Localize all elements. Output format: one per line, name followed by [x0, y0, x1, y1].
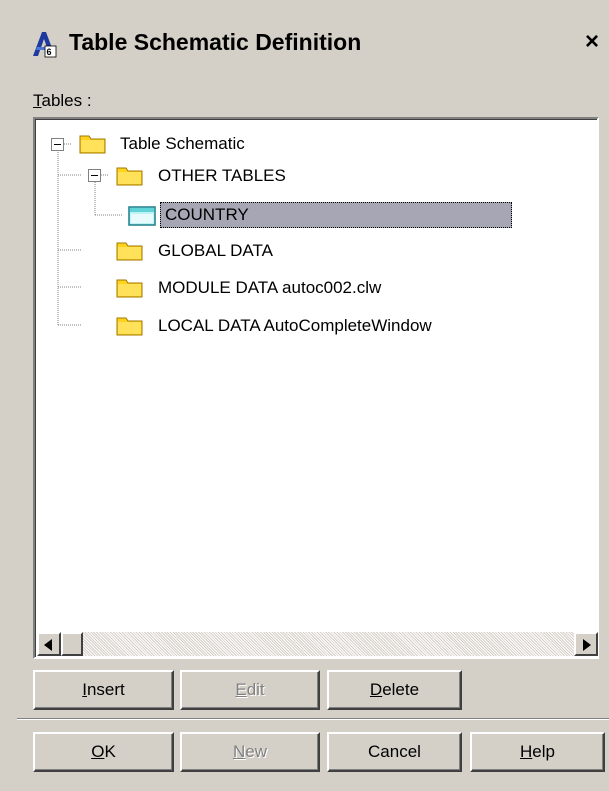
- dialog-title: Table Schematic Definition: [69, 29, 362, 55]
- scroll-right-button[interactable]: [574, 632, 598, 656]
- scroll-track[interactable]: [83, 632, 574, 656]
- other-tables-collapse-toggle[interactable]: [88, 169, 101, 182]
- root-collapse-toggle[interactable]: [51, 138, 64, 151]
- help-button[interactable]: Help: [470, 732, 605, 772]
- folder-icon: [116, 317, 143, 336]
- folder-icon: [116, 242, 143, 261]
- tree-connector-lines: [57, 143, 122, 326]
- ok-button[interactable]: OK: [33, 732, 174, 772]
- svg-text:6: 6: [47, 47, 52, 57]
- insert-button[interactable]: Insert: [33, 670, 174, 710]
- table-schematic-dialog: 6 Table Schematic Definition × Tables :: [0, 0, 609, 791]
- horizontal-scrollbar[interactable]: [37, 632, 598, 656]
- scroll-thumb[interactable]: [61, 632, 83, 656]
- tree-node-module-data[interactable]: MODULE DATA autoc002.clw: [154, 273, 385, 303]
- tree-node-local-data[interactable]: LOCAL DATA AutoCompleteWindow: [154, 311, 436, 341]
- folder-icon: [116, 167, 143, 186]
- folder-icon: [79, 135, 106, 154]
- edit-button[interactable]: Edit: [180, 670, 320, 710]
- tables-label: Tables :: [33, 91, 92, 110]
- tree-node-other-tables[interactable]: OTHER TABLES: [154, 161, 290, 191]
- tree-node-table-schematic[interactable]: Table Schematic: [116, 129, 249, 159]
- cancel-button[interactable]: Cancel: [327, 732, 462, 772]
- tree-node-global-data[interactable]: GLOBAL DATA: [154, 236, 277, 266]
- table-icon: [128, 206, 156, 226]
- scroll-left-button[interactable]: [37, 632, 61, 656]
- right-arrow-icon: [583, 639, 591, 651]
- table-tree[interactable]: Table Schematic OTHER TABLES COUNTRY GLO…: [33, 117, 599, 659]
- title-bar[interactable]: 6 Table Schematic Definition ×: [17, 18, 609, 70]
- new-button[interactable]: New: [180, 732, 320, 772]
- tree-node-country[interactable]: COUNTRY: [160, 200, 512, 230]
- close-button[interactable]: ×: [577, 27, 607, 57]
- delete-button[interactable]: Delete: [327, 670, 462, 710]
- button-separator: [17, 718, 609, 720]
- app-icon: 6: [33, 32, 57, 58]
- left-arrow-icon: [44, 639, 52, 651]
- folder-icon: [116, 279, 143, 298]
